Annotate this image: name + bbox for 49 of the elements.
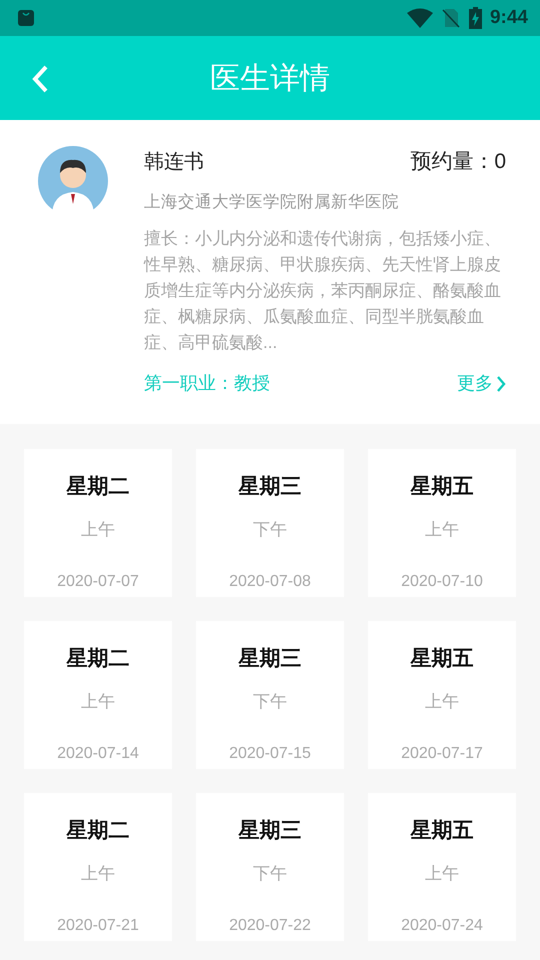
date-label: 2020-07-07 xyxy=(56,572,140,592)
appointment-count: 预约量：0 xyxy=(410,149,506,175)
doctor-avatar xyxy=(38,146,108,216)
schedule-card[interactable]: 星期二 上午 2020-07-21 xyxy=(24,793,172,941)
schedule-card[interactable]: 星期五 上午 2020-07-24 xyxy=(368,793,516,941)
hospital-name: 上海交通大学医学院附属新华医院 xyxy=(144,192,400,212)
period-label: 上午 xyxy=(424,690,460,712)
battery-charging-icon xyxy=(468,7,482,29)
schedule-card[interactable]: 星期五 上午 2020-07-10 xyxy=(368,449,516,597)
date-label: 2020-07-14 xyxy=(56,744,140,764)
period-label: 上午 xyxy=(424,518,460,540)
weekday-label: 星期二 xyxy=(65,818,130,844)
weekday-label: 星期五 xyxy=(409,818,474,844)
weekday-label: 星期三 xyxy=(237,646,302,672)
page-title: 医生详情 xyxy=(210,60,330,96)
schedule-card[interactable]: 星期三 下午 2020-07-08 xyxy=(196,449,344,597)
schedule-card[interactable]: 星期五 上午 2020-07-17 xyxy=(368,621,516,769)
doctor-title: 第一职业：教授 xyxy=(144,372,270,396)
schedule-card[interactable]: 星期二 上午 2020-07-07 xyxy=(24,449,172,597)
weekday-label: 星期二 xyxy=(65,646,130,672)
date-label: 2020-07-22 xyxy=(228,916,312,936)
period-label: 上午 xyxy=(424,862,460,884)
wifi-icon xyxy=(406,8,433,28)
period-label: 上午 xyxy=(80,690,116,712)
schedule-card[interactable]: 星期二 上午 2020-07-14 xyxy=(24,621,172,769)
no-sim-icon xyxy=(440,8,461,28)
app-notification-icon xyxy=(18,10,34,26)
date-label: 2020-07-15 xyxy=(228,744,312,764)
weekday-label: 星期三 xyxy=(237,818,302,844)
doctor-name: 韩连书 xyxy=(144,150,204,175)
date-label: 2020-07-24 xyxy=(400,916,484,936)
period-label: 下午 xyxy=(252,518,288,540)
period-label: 上午 xyxy=(80,862,116,884)
schedule-card[interactable]: 星期三 下午 2020-07-22 xyxy=(196,793,344,941)
status-time: 9:44 xyxy=(490,6,528,30)
period-label: 下午 xyxy=(252,690,288,712)
weekday-label: 星期二 xyxy=(65,474,130,500)
date-label: 2020-07-21 xyxy=(56,916,140,936)
period-label: 上午 xyxy=(80,518,116,540)
period-label: 下午 xyxy=(252,862,288,884)
weekday-label: 星期三 xyxy=(237,474,302,500)
weekday-label: 星期五 xyxy=(409,646,474,672)
chevron-right-icon xyxy=(497,376,506,392)
date-label: 2020-07-08 xyxy=(228,572,312,592)
date-label: 2020-07-10 xyxy=(400,572,484,592)
date-label: 2020-07-17 xyxy=(400,744,484,764)
schedule-card[interactable]: 星期三 下午 2020-07-15 xyxy=(196,621,344,769)
weekday-label: 星期五 xyxy=(409,474,474,500)
specialty-text: 擅长：小儿内分泌和遗传代谢病，包括矮小症、性早熟、糖尿病、甲状腺疾病、先天性肾上腺皮质增生症等内分泌疾病，苯丙酮尿症、酪氨酸血症、枫糖尿病、瓜氨酸血症、同型半胱氨酸血症、高甲硫氨酸... xyxy=(144,228,502,354)
